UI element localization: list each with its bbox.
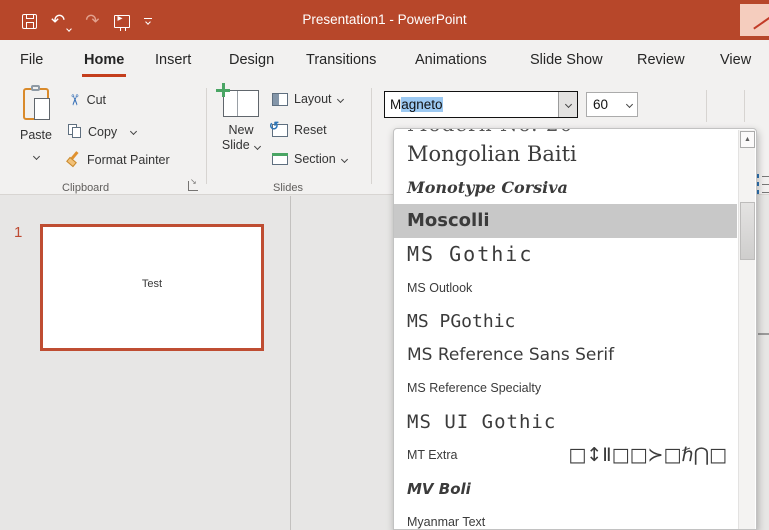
font-option[interactable]: Moscolli <box>394 204 737 238</box>
window-title: Presentation1 - PowerPoint <box>302 12 467 27</box>
section-label: Section <box>294 152 336 166</box>
layout-label: Layout <box>294 92 332 106</box>
font-option[interactable]: MV Boli <box>394 472 737 506</box>
share-badge[interactable] <box>740 4 769 36</box>
layout-button[interactable]: Layout <box>272 92 344 106</box>
font-option-label: MS Outlook <box>407 280 473 295</box>
tab-view[interactable]: View <box>720 52 751 68</box>
title-bar: ↶ ↷ Presentation1 - PowerPoint <box>0 0 769 40</box>
font-name-autocomplete-selection: agneto <box>401 97 443 112</box>
paste-icon <box>23 85 50 120</box>
scissors-icon: ✂ <box>65 93 83 107</box>
font-option-label: MS Reference Specialty <box>407 381 542 396</box>
copy-icon <box>68 124 82 139</box>
slide-thumbnail[interactable]: Test <box>40 224 264 351</box>
font-option-label: Moscolli <box>407 210 490 232</box>
font-option[interactable]: MS Gothic <box>394 238 737 272</box>
new-slide-label-1: New <box>228 123 254 137</box>
slide-thumbnail-text: Test <box>141 277 163 290</box>
font-option[interactable]: MS UI Gothic <box>394 405 737 439</box>
scrollbar-thumb[interactable] <box>740 202 755 260</box>
textbox-selection-fragment <box>758 333 769 335</box>
tab-home[interactable]: Home <box>81 52 127 77</box>
font-name-typed: M <box>390 97 402 112</box>
format-painter-label: Format Painter <box>87 152 170 167</box>
new-slide-dropdown-icon[interactable] <box>254 142 262 151</box>
tab-review[interactable]: Review <box>637 52 685 68</box>
copy-label: Copy <box>88 124 118 139</box>
font-option[interactable]: Mongolian Baiti <box>394 137 737 171</box>
slide-number: 1 <box>14 224 23 241</box>
font-option-label: MS Reference Sans Serif <box>407 344 615 365</box>
font-option-label: MS UI Gothic <box>407 410 557 433</box>
font-option-label: MS PGothic <box>407 310 516 332</box>
cut-button[interactable]: ✂ Cut <box>65 91 107 109</box>
tab-animations[interactable]: Animations <box>415 52 487 68</box>
bullets-icon[interactable] <box>755 174 769 198</box>
font-option-label: Modern No. 20 <box>407 129 573 136</box>
font-option-label: Monotype Corsiva <box>407 177 568 197</box>
new-slide-button[interactable]: New Slide <box>214 83 268 178</box>
paste-label: Paste <box>20 128 52 142</box>
reset-button[interactable]: Reset <box>269 119 327 138</box>
paste-button[interactable]: Paste <box>10 85 62 178</box>
layout-icon <box>272 92 288 106</box>
font-option-label: Myanmar Text <box>407 515 486 530</box>
font-size-value: 60 <box>593 97 609 112</box>
font-name-dropdown-button[interactable] <box>558 92 577 117</box>
reset-icon <box>269 119 288 137</box>
ribbon-tab-row: File Home Insert Design Transitions Animation… <box>0 40 769 82</box>
format-painter-button[interactable]: Format Painter <box>66 151 170 168</box>
section-icon <box>272 153 288 165</box>
font-option-label: Mongolian Baiti <box>407 141 577 166</box>
group-divider <box>371 88 372 184</box>
section-button[interactable]: Section <box>272 152 348 166</box>
powerpoint-window: ↶ ↷ Presentation1 - PowerPoint File Home I… <box>0 0 769 530</box>
section-dropdown-icon <box>340 155 348 163</box>
font-option[interactable]: MS Reference Specialty <box>394 372 737 406</box>
font-name-combobox[interactable]: Magneto <box>384 91 578 118</box>
font-option[interactable]: MS PGothic <box>394 305 737 339</box>
font-option[interactable]: MS Reference Sans Serif <box>394 338 737 372</box>
reset-label: Reset <box>294 123 327 137</box>
copy-button[interactable]: Copy <box>68 124 138 139</box>
panel-divider[interactable] <box>290 196 291 530</box>
undo-dropdown-icon[interactable] <box>66 26 73 32</box>
copy-dropdown-icon[interactable] <box>130 127 138 136</box>
font-option-label: MS Gothic <box>407 242 534 267</box>
tab-transitions[interactable]: Transitions <box>306 52 376 68</box>
clipboard-group-label: Clipboard <box>62 182 110 194</box>
format-painter-icon <box>66 151 81 168</box>
font-option-label: MV Boli <box>407 479 471 498</box>
layout-dropdown-icon <box>336 95 344 103</box>
slides-group-label: Slides <box>273 182 303 194</box>
font-size-dropdown-button[interactable] <box>621 100 637 109</box>
font-option-label: MT Extra <box>407 448 458 463</box>
paste-dropdown-icon[interactable] <box>32 152 40 161</box>
clipboard-dialog-launcher-icon[interactable] <box>188 177 198 191</box>
font-option[interactable]: Modern No. 20 <box>394 129 737 137</box>
font-size-combobox[interactable]: 60 <box>586 92 638 117</box>
tab-design[interactable]: Design <box>229 52 274 68</box>
font-dropdown: Modern No. 20 Mongolian Baiti Monotype Cor… <box>393 128 757 530</box>
font-option[interactable]: Monotype Corsiva <box>394 171 737 205</box>
new-slide-icon <box>216 83 259 117</box>
control-divider <box>706 90 707 122</box>
scroll-up-icon[interactable]: ▲ <box>740 131 755 148</box>
new-slide-label-2: Slide <box>221 138 250 152</box>
group-divider <box>206 88 207 184</box>
control-divider <box>744 90 745 122</box>
font-option[interactable]: MS Outlook <box>394 271 737 305</box>
cut-label: Cut <box>86 93 107 107</box>
tab-insert[interactable]: Insert <box>155 52 191 68</box>
font-option[interactable]: MT Extra □↕Ⅱ□□≻□ℏ⋂□ <box>394 439 737 473</box>
tab-file[interactable]: File <box>20 52 43 68</box>
tab-slide-show[interactable]: Slide Show <box>530 52 603 68</box>
dropdown-scrollbar[interactable]: ▲ <box>738 130 755 529</box>
font-option[interactable]: Myanmar Text <box>394 506 737 530</box>
font-dropdown-list: Modern No. 20 Mongolian Baiti Monotype Cor… <box>394 129 737 529</box>
font-preview-glyphs: □↕Ⅱ□□≻□ℏ⋂□ <box>568 444 727 467</box>
